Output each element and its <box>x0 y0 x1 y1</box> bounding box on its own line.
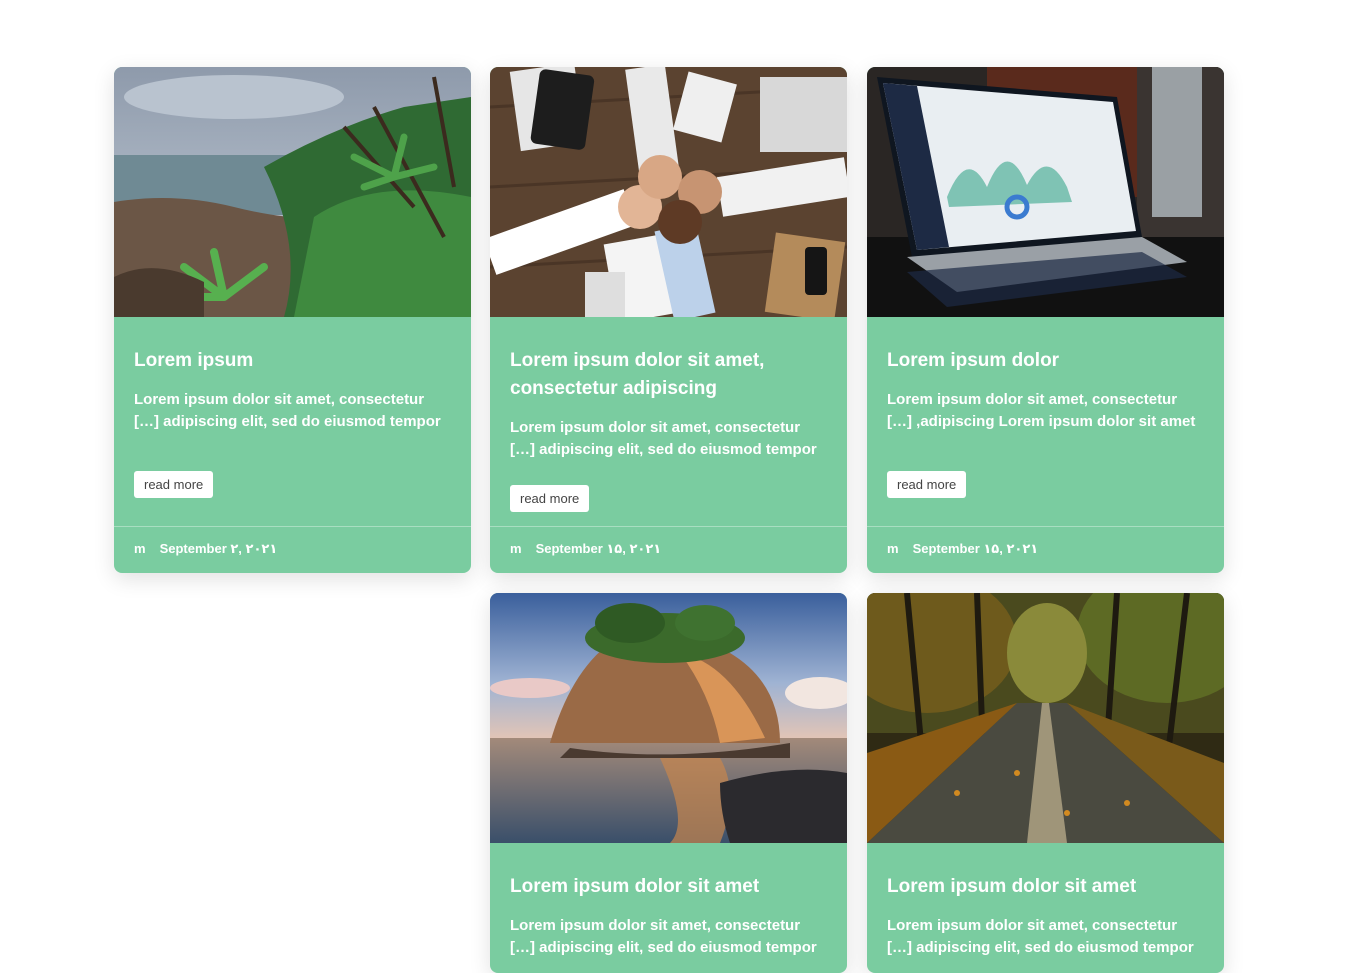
post-author[interactable]: m <box>134 541 146 557</box>
read-more-button[interactable]: read more <box>510 485 590 512</box>
team-fists-image <box>490 67 847 317</box>
read-more-button[interactable]: read more <box>887 471 967 498</box>
post-author[interactable]: m <box>510 541 522 557</box>
post-thumbnail[interactable] <box>867 67 1224 317</box>
post-card[interactable]: Lorem ipsum Lorem ipsum dolor sit amet, … <box>114 67 471 573</box>
post-meta: m September ۱۵, ۲۰۲۱ <box>867 526 1224 573</box>
post-excerpt: Lorem ipsum dolor sit amet, consectetur … <box>510 917 817 956</box>
post-title[interactable]: Lorem ipsum <box>134 347 451 375</box>
post-meta: m September ۱۵, ۲۰۲۱ <box>490 526 847 573</box>
post-date: September ۲, ۲۰۲۱ <box>159 541 278 556</box>
laptop-image <box>867 67 1224 317</box>
post-meta: m September ۲, ۲۰۲۱ <box>114 526 471 573</box>
post-author[interactable]: m <box>887 541 899 557</box>
post-thumbnail[interactable] <box>490 67 847 317</box>
post-title[interactable]: Lorem ipsum dolor sit amet <box>887 873 1204 901</box>
post-card[interactable]: Lorem ipsum dolor sit amet Lorem ipsum d… <box>490 593 847 973</box>
post-card[interactable]: Lorem ipsum dolor Lorem ipsum dolor sit … <box>867 67 1224 573</box>
post-excerpt: Lorem ipsum dolor sit amet, consectetur … <box>887 391 1196 430</box>
post-thumbnail[interactable] <box>867 593 1224 843</box>
coast-image <box>114 67 471 317</box>
post-excerpt: Lorem ipsum dolor sit amet, consectetur … <box>510 419 817 458</box>
post-date: September ۱۵, ۲۰۲۱ <box>912 541 1039 556</box>
rock-island-image <box>490 593 847 843</box>
post-title[interactable]: Lorem ipsum dolor sit amet <box>510 873 827 901</box>
post-title[interactable]: Lorem ipsum dolor sit amet, consectetur … <box>510 347 827 403</box>
post-card[interactable]: Lorem ipsum dolor sit amet Lorem ipsum d… <box>867 593 1224 973</box>
autumn-road-image <box>867 593 1224 843</box>
read-more-button[interactable]: read more <box>134 471 214 498</box>
post-date: September ۱۵, ۲۰۲۱ <box>535 541 662 556</box>
post-card[interactable]: Lorem ipsum dolor sit amet, consectetur … <box>490 67 847 573</box>
post-excerpt: Lorem ipsum dolor sit amet, consectetur … <box>134 391 441 430</box>
post-thumbnail[interactable] <box>114 67 471 317</box>
post-title[interactable]: Lorem ipsum dolor <box>887 347 1204 375</box>
post-excerpt: Lorem ipsum dolor sit amet, consectetur … <box>887 917 1194 956</box>
post-thumbnail[interactable] <box>490 593 847 843</box>
